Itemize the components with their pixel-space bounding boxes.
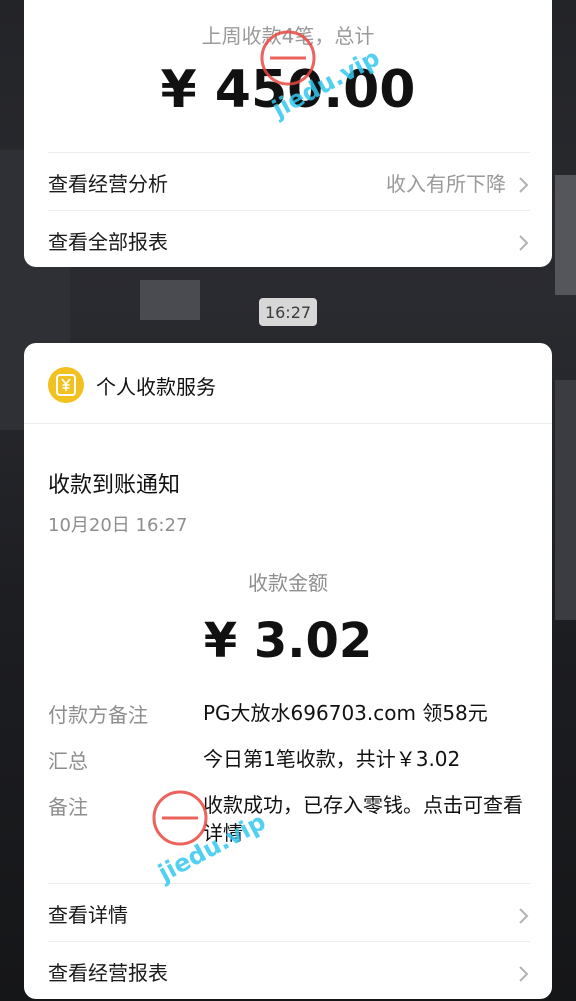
remark-row: 备注 收款成功，已存入零钱。点击可查看详情 <box>48 791 530 847</box>
weekly-summary-text: 上周收款4笔，总计 <box>201 24 375 48</box>
detail-key: 付款方备注 <box>48 703 148 727</box>
wallpaper-shape <box>555 380 576 620</box>
row-label: 查看全部报表 <box>48 229 168 254</box>
detail-key: 汇总 <box>48 749 88 773</box>
row-label: 查看经营分析 <box>48 171 168 196</box>
summary-row: 汇总 今日第1笔收款，共计￥3.02 <box>48 745 530 774</box>
yuan-coin-icon <box>48 367 84 403</box>
view-all-reports-row[interactable]: 查看全部报表 <box>48 210 530 269</box>
chevron-right-icon <box>518 176 530 193</box>
wallpaper-shape <box>555 175 576 295</box>
detail-value: 收款成功，已存入零钱。点击可查看详情 <box>203 793 523 845</box>
payer-note-row: 付款方备注 PG大放水696703.com 领58元 <box>48 699 530 728</box>
payment-notification-card[interactable]: 个人收款服务 收款到账通知 10月20日 16:27 收款金额 ¥ 3.02 付… <box>24 343 552 999</box>
row-label: 查看详情 <box>48 902 128 927</box>
row-hint: 收入有所下降 <box>386 171 506 196</box>
notice-title: 收款到账通知 <box>48 473 181 498</box>
chevron-right-icon <box>518 234 530 251</box>
amount-value: ¥ 3.02 <box>203 613 373 669</box>
detail-value: PG大放水696703.com 领58元 <box>203 701 488 725</box>
chevron-right-icon <box>518 965 530 982</box>
amount-label: 收款金额 <box>248 571 328 595</box>
view-business-report-row[interactable]: 查看经营报表 <box>48 941 530 1000</box>
wallpaper-shape <box>140 280 200 320</box>
message-timestamp: 16:27 <box>259 298 317 326</box>
header-divider <box>24 423 552 424</box>
chevron-right-icon <box>518 907 530 924</box>
detail-key: 备注 <box>48 795 88 819</box>
detail-value: 今日第1笔收款，共计￥3.02 <box>203 747 461 771</box>
service-name: 个人收款服务 <box>96 374 216 399</box>
service-header[interactable]: 个人收款服务 <box>48 365 216 405</box>
view-details-row[interactable]: 查看详情 <box>48 883 530 942</box>
weekly-total-amount: ¥ 450.00 <box>160 60 416 120</box>
notice-time: 10月20日 16:27 <box>48 515 188 536</box>
view-business-analysis-row[interactable]: 查看经营分析 收入有所下降 <box>48 152 530 211</box>
weekly-summary-card[interactable]: 上周收款4笔，总计 ¥ 450.00 查看经营分析 收入有所下降 查看全部报表 <box>24 0 552 267</box>
row-label: 查看经营报表 <box>48 960 168 985</box>
